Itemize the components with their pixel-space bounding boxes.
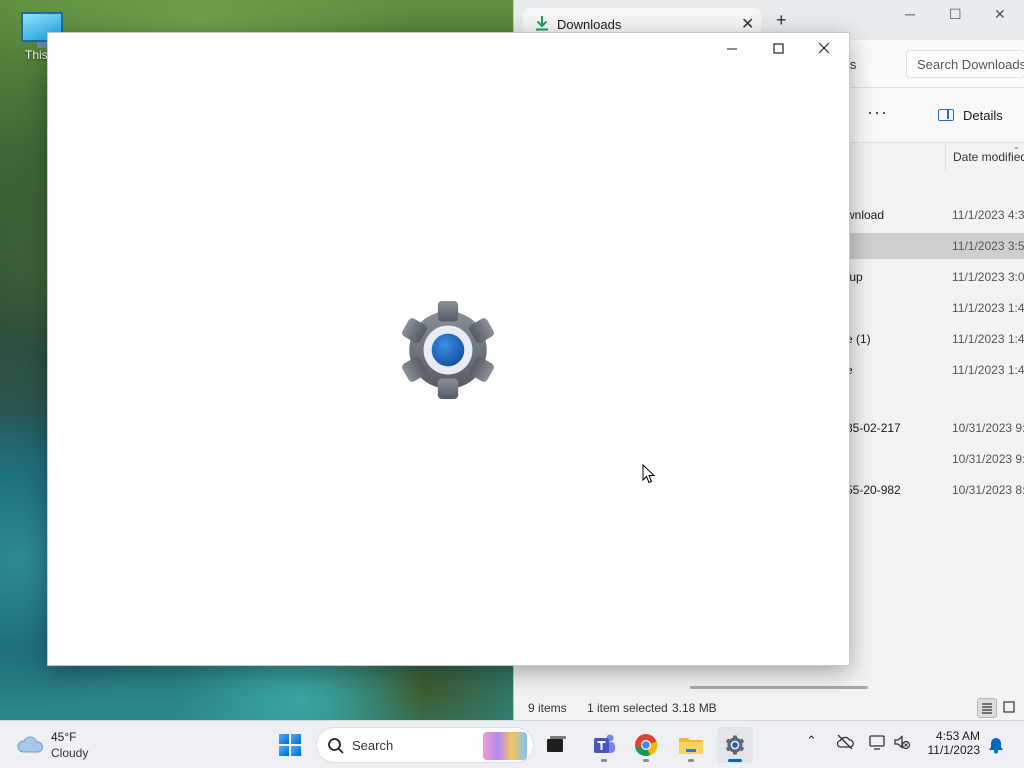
task-view-icon: [547, 736, 566, 752]
search-input[interactable]: Search Downloads: [906, 50, 1024, 78]
running-indicator: [688, 759, 694, 762]
column-header-label: Date modified: [953, 150, 1024, 164]
file-date: 11/1/2023 1:44: [952, 301, 1024, 315]
clock-time: 4:53 AM: [935, 729, 980, 743]
notification-bell-icon[interactable]: [988, 736, 1004, 754]
close-button[interactable]: [804, 39, 844, 63]
windows-logo-icon: [279, 734, 301, 756]
file-date: 10/31/2023 9:: [952, 421, 1024, 435]
settings-window: [48, 33, 849, 665]
search-label: Search: [352, 738, 394, 753]
search-placeholder: Search Downloads: [917, 57, 1024, 72]
taskbar: 45°F Cloudy Search ⌃ 4:53 AM 11/1/2023: [0, 720, 1024, 768]
teams-button[interactable]: [586, 727, 622, 763]
network-icon[interactable]: [868, 733, 886, 751]
tiles-view-button[interactable]: [1000, 698, 1020, 718]
file-date: 10/31/2023 9:2: [952, 452, 1024, 466]
maximize-icon[interactable]: ☐: [949, 6, 962, 23]
file-date: 11/1/2023 4:33: [952, 208, 1024, 222]
tab-close-icon[interactable]: ✕: [741, 14, 754, 34]
search-icon: [328, 738, 344, 754]
file-date: 11/1/2023 3:07: [952, 270, 1024, 284]
teams-icon: [594, 734, 615, 753]
details-view-button[interactable]: [977, 698, 997, 718]
chrome-button[interactable]: [628, 727, 664, 763]
maximize-icon: [773, 43, 784, 54]
file-name: wnload: [846, 208, 885, 222]
horizontal-scrollbar[interactable]: [690, 686, 868, 689]
more-options-button[interactable]: ···: [867, 102, 888, 123]
details-label: Details: [963, 108, 1003, 123]
clock[interactable]: 4:53 AM 11/1/2023: [922, 729, 981, 757]
file-explorer-button[interactable]: [673, 727, 709, 763]
tiles-view-icon: [1003, 701, 1015, 713]
file-explorer-icon: [679, 738, 703, 754]
details-pane-icon: [938, 109, 954, 121]
status-selection: 1 item selected: [587, 701, 668, 715]
settings-icon: [726, 735, 744, 755]
minimize-button[interactable]: [712, 39, 752, 63]
start-button[interactable]: [272, 727, 308, 763]
status-item-count: 9 items: [528, 701, 567, 715]
show-hidden-icons-chevron-icon[interactable]: ⌃: [806, 733, 817, 749]
file-date: 11/1/2023 1:41: [952, 363, 1024, 377]
mouse-cursor-icon: [642, 464, 656, 484]
running-indicator: [601, 759, 607, 762]
new-tab-button[interactable]: +: [776, 11, 787, 29]
gear-icon: [401, 301, 495, 399]
task-view-button[interactable]: [538, 727, 574, 763]
status-size: 3.18 MB: [672, 701, 717, 715]
file-date: 11/1/2023 1:42: [952, 332, 1024, 346]
search-highlight-image: [483, 732, 527, 760]
column-header-date-modified[interactable]: ⌄ Date modified: [945, 142, 1024, 170]
status-bar: 9 items 1 item selected 3.18 MB: [514, 694, 1024, 720]
active-indicator: [728, 759, 742, 762]
tab-title: Downloads: [557, 17, 622, 32]
settings-button[interactable]: [717, 727, 753, 763]
file-date: 10/31/2023 8:: [952, 483, 1024, 497]
file-name: 35-02-217: [846, 421, 901, 435]
list-view-icon: [982, 703, 992, 714]
file-name: 55-20-982: [846, 483, 901, 497]
download-icon: [536, 16, 548, 31]
clock-date: 11/1/2023: [927, 743, 981, 757]
close-icon: [818, 42, 830, 54]
running-indicator: [643, 759, 649, 762]
cloud-icon: [17, 736, 44, 753]
file-date: 11/1/2023 3:59: [952, 239, 1024, 253]
minimize-icon[interactable]: ─: [905, 6, 915, 22]
taskbar-search[interactable]: Search: [316, 727, 534, 763]
close-icon[interactable]: ✕: [994, 6, 1006, 23]
weather-temperature: 45°F: [51, 730, 77, 744]
maximize-button[interactable]: [758, 39, 798, 63]
chrome-icon: [635, 734, 658, 757]
file-name: e (1): [846, 332, 871, 346]
onedrive-offline-icon[interactable]: [836, 733, 854, 751]
volume-muted-icon[interactable]: [893, 733, 911, 751]
weather-condition: Cloudy: [51, 746, 89, 760]
minimize-icon: [727, 48, 737, 50]
